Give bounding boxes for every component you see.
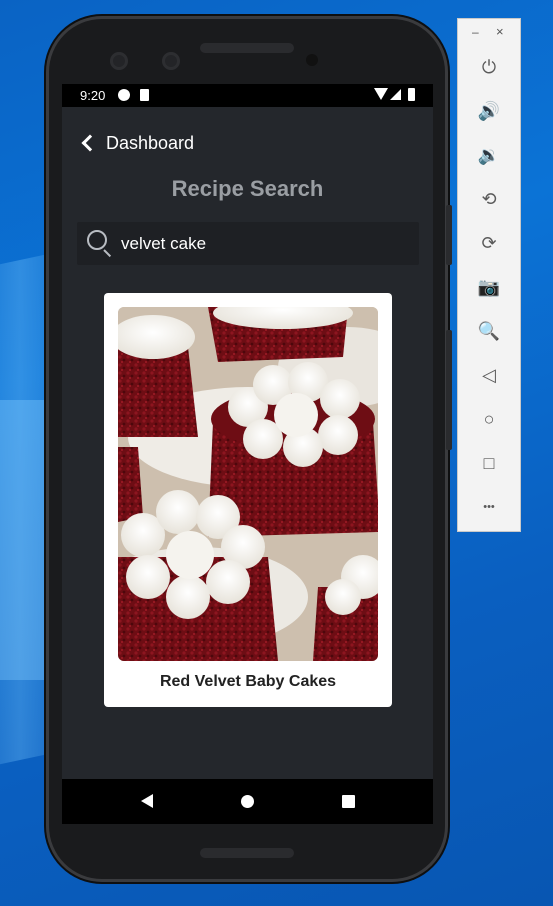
volume-up-icon[interactable]: 🔊: [478, 100, 500, 122]
camera-icon[interactable]: 📷: [478, 276, 500, 298]
front-camera-icon: [162, 52, 180, 70]
rotate-right-icon[interactable]: ⟳: [478, 232, 500, 254]
recipe-card[interactable]: Red Velvet Baby Cakes: [104, 293, 392, 707]
battery-icon: [408, 88, 415, 101]
close-button[interactable]: ×: [496, 24, 504, 39]
search-icon: [87, 229, 115, 258]
home-icon[interactable]: ○: [478, 408, 500, 430]
android-nav-bar: [62, 779, 433, 824]
notification-icon: [118, 89, 130, 101]
back-label: Dashboard: [106, 132, 195, 153]
back-icon[interactable]: ◁: [478, 364, 500, 386]
recipe-image: [118, 307, 378, 661]
search-bar[interactable]: [77, 222, 419, 265]
minimize-button[interactable]: –: [472, 25, 479, 39]
front-camera-icon: [110, 52, 128, 70]
nav-home-icon[interactable]: [241, 795, 254, 808]
top-speaker: [200, 43, 294, 53]
zoom-icon[interactable]: 🔍: [478, 320, 500, 342]
more-icon[interactable]: •••: [478, 496, 500, 518]
overview-icon[interactable]: □: [478, 452, 500, 474]
rotate-left-icon[interactable]: ⟲: [478, 188, 500, 210]
power-icon[interactable]: ⏻: [478, 56, 500, 78]
chevron-left-icon: [81, 134, 99, 152]
side-button[interactable]: [446, 205, 452, 265]
nav-recents-icon[interactable]: [342, 795, 355, 808]
signal-icon: [390, 89, 401, 100]
status-bar: 9:20: [62, 84, 433, 107]
volume-rocker[interactable]: [446, 330, 452, 450]
nav-back-icon[interactable]: [141, 794, 153, 808]
wifi-icon: [374, 88, 388, 100]
back-to-dashboard-link[interactable]: Dashboard: [80, 131, 194, 155]
sd-card-icon: [140, 89, 149, 101]
emulator-toolbar: – × ⏻ 🔊 🔉 ⟲ ⟳ 📷 🔍 ◁ ○ □ •••: [457, 18, 521, 532]
proximity-sensor: [306, 54, 318, 66]
page-title: Recipe Search: [171, 176, 324, 201]
bottom-speaker: [200, 848, 294, 858]
recipe-title: Red Velvet Baby Cakes: [159, 673, 337, 690]
app-screen: 9:20 Dashboard Recipe Search velvet cake…: [62, 84, 433, 824]
status-time: 9:20: [80, 88, 106, 103]
volume-down-icon[interactable]: 🔉: [478, 144, 500, 166]
search-input[interactable]: [121, 233, 401, 254]
